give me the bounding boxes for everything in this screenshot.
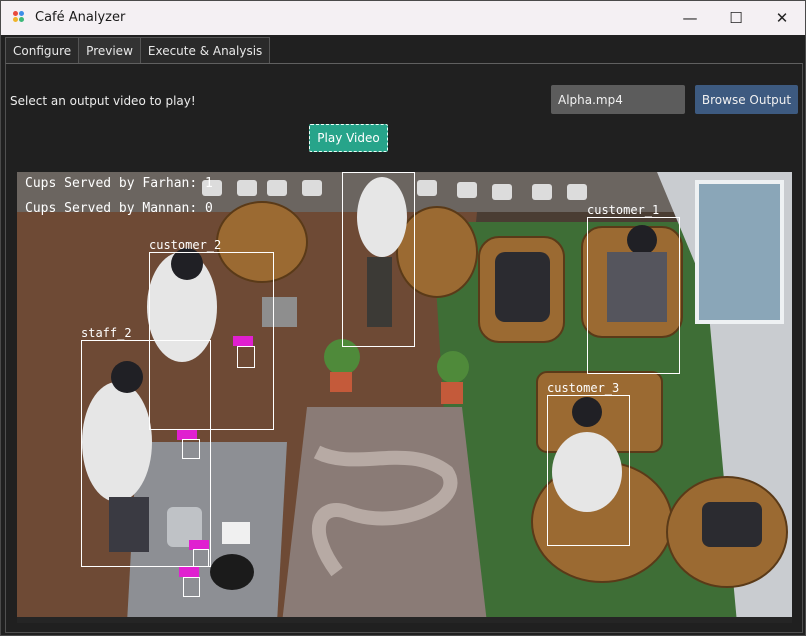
- tab-preview[interactable]: Preview: [78, 37, 141, 63]
- title-bar: Café Analyzer — ☐ ✕: [1, 1, 805, 35]
- cup-detection-box: [183, 577, 200, 597]
- detection-box-customer-3: [547, 395, 630, 546]
- select-video-prompt: Select an output video to play!: [10, 94, 196, 108]
- cup-detection-box: [237, 346, 255, 368]
- detection-box-customer-1: [587, 217, 680, 374]
- detection-box-standing-person: [342, 172, 415, 347]
- detection-label-customer-1: customer_1: [587, 203, 660, 217]
- selected-video-field[interactable]: Alpha.mp4: [551, 85, 685, 114]
- cup-detection-box: [182, 439, 200, 459]
- preview-panel: Select an output video to play! Alpha.mp…: [5, 63, 803, 633]
- minimize-button[interactable]: —: [667, 1, 713, 35]
- cups-served-mannan-text: Cups Served by Mannan: 0: [25, 201, 213, 216]
- app-logo-icon: [13, 11, 27, 25]
- cups-served-farhan-text: Cups Served by Farhan: 1: [25, 176, 213, 191]
- video-frame: Cups Served by Farhan: 1 Cups Served by …: [17, 172, 792, 623]
- tab-configure[interactable]: Configure: [5, 37, 80, 63]
- cup-tag: [233, 336, 253, 346]
- detection-label-customer-2: customer_2: [149, 238, 222, 252]
- browse-output-button[interactable]: Browse Output: [695, 85, 798, 114]
- cup-tag: [179, 567, 199, 577]
- window-title: Café Analyzer: [35, 10, 126, 25]
- maximize-button[interactable]: ☐: [713, 1, 759, 35]
- tab-bar: Configure Preview Execute & Analysis: [5, 37, 271, 63]
- cup-detection-box: [193, 549, 209, 567]
- detection-label-customer-3: customer_3: [547, 381, 620, 395]
- close-button[interactable]: ✕: [759, 1, 805, 35]
- app-window: Café Analyzer — ☐ ✕ Configure Preview Ex…: [0, 0, 806, 636]
- detection-label-staff-2: staff_2: [81, 326, 132, 340]
- tab-execute-analysis[interactable]: Execute & Analysis: [139, 37, 271, 63]
- play-video-button[interactable]: Play Video: [309, 124, 388, 152]
